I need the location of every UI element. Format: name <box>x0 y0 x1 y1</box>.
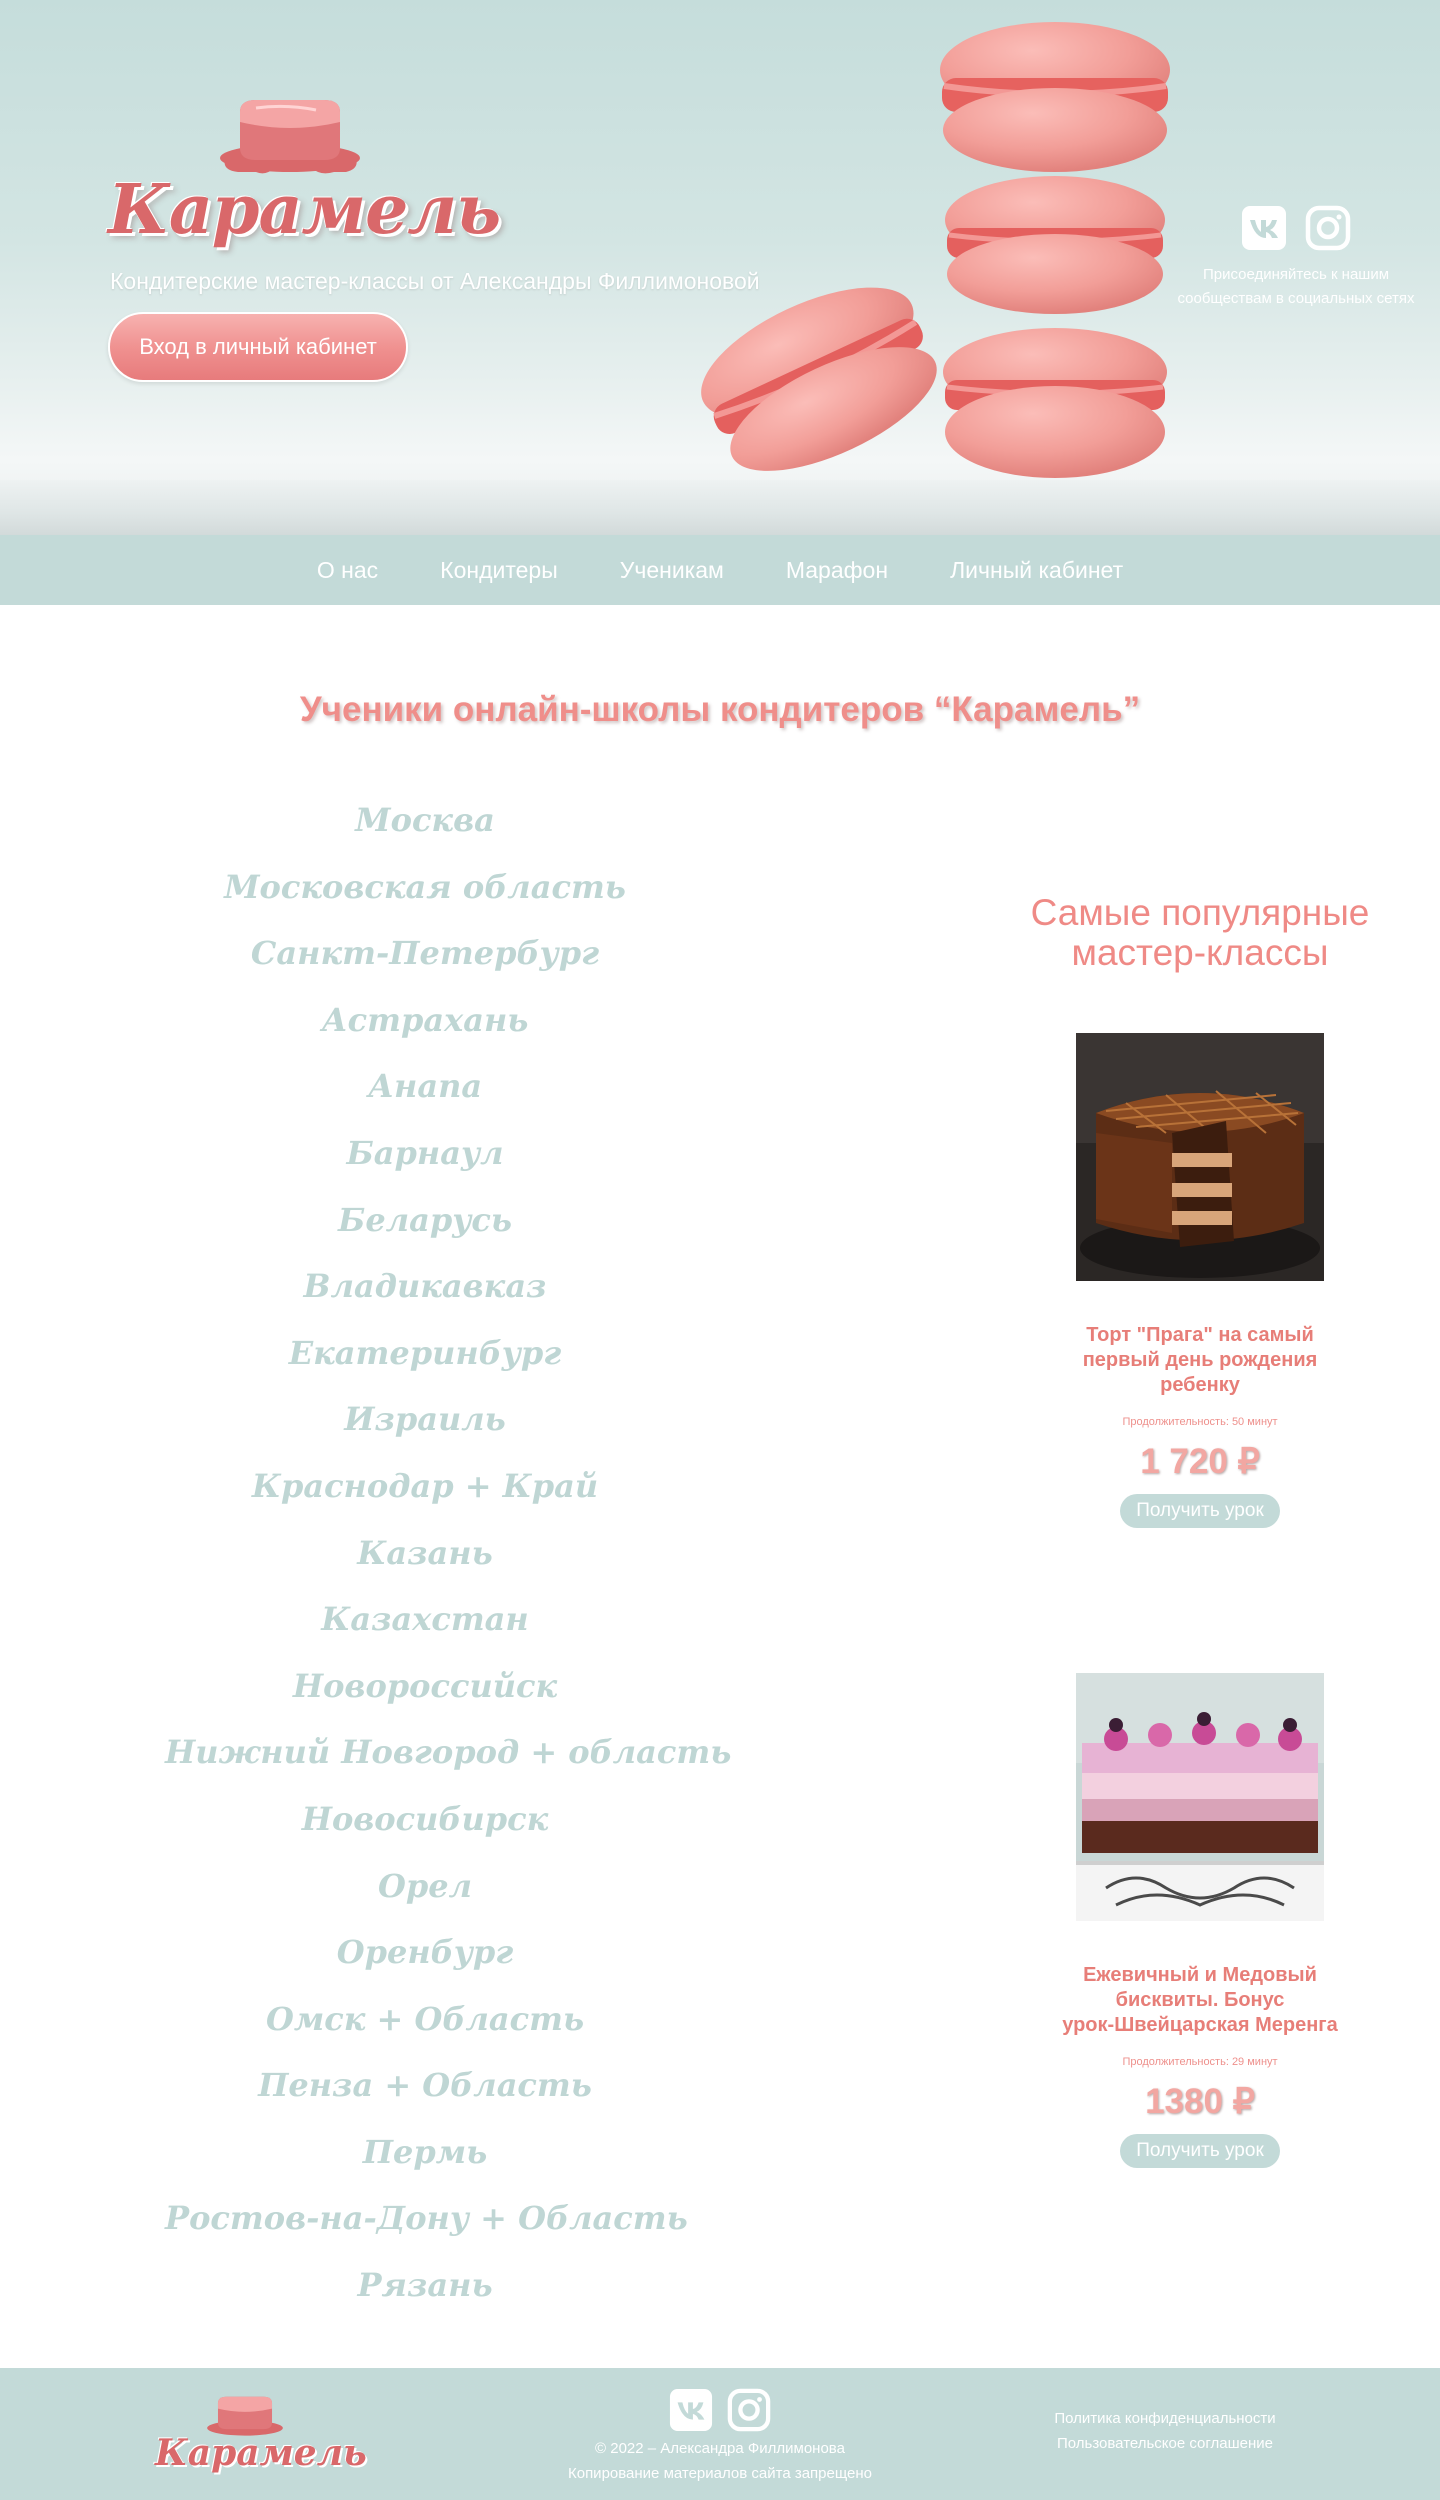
city-link[interactable]: Москва <box>165 795 685 862</box>
city-link[interactable]: Нижний Новгород + область <box>165 1727 731 1794</box>
city-link[interactable]: Пермь <box>165 2127 685 2194</box>
footer-info: © 2022 – Александра Филлимонова Копирова… <box>540 2388 900 2486</box>
course-card: Ежевичный и Медовый бисквиты. Бонус урок… <box>1035 1673 1365 2168</box>
popular-title-line2: мастер-классы <box>1071 932 1329 973</box>
city-link[interactable]: Московская область <box>165 862 685 929</box>
city-link[interactable]: Орел <box>165 1861 685 1928</box>
get-lesson-button[interactable]: Получить урок <box>1120 2134 1280 2168</box>
city-link[interactable]: Краснодар + Край <box>165 1461 685 1528</box>
hero-banner: Карамель Кондитерские мастер-классы от А… <box>0 0 1440 535</box>
course-title-line2: первый день рождения <box>1082 1349 1318 1371</box>
main-nav: О нас Кондитеры Ученикам Марафон Личный … <box>0 535 1440 605</box>
city-link[interactable]: Рязань <box>165 2260 685 2327</box>
course-price: 1380 ₽ <box>1145 2082 1255 2121</box>
course-card: Торт "Прага" на самый первый день рожден… <box>1035 1033 1365 1528</box>
course-title-line3: урок-Швейцарская Меренга <box>1062 2014 1338 2036</box>
footer-copyright: © 2022 – Александра Филлимонова <box>595 2440 845 2457</box>
footer-logo-text: Карамель <box>155 2432 367 2474</box>
city-link[interactable]: Казань <box>165 1528 685 1595</box>
course-title-line3: ребенку <box>1160 1374 1240 1396</box>
nav-item-cabinet[interactable]: Личный кабинет <box>950 557 1123 584</box>
city-link[interactable]: Казахстан <box>165 1594 685 1661</box>
city-link[interactable]: Анапа <box>165 1061 685 1128</box>
vk-icon[interactable] <box>1241 205 1287 251</box>
city-link[interactable]: Ростов-на-Дону + Область <box>165 2193 688 2260</box>
footer-copy-notice: Копирование материалов сайта запрещено <box>567 2465 872 2482</box>
city-link[interactable]: Пенза + Область <box>165 2060 685 2127</box>
logo-text: Карамель <box>108 170 501 250</box>
city-link[interactable]: Израиль <box>165 1394 685 1461</box>
privacy-policy-link[interactable]: Политика конфиденциальности <box>1040 2406 1290 2431</box>
course-title-line2: бисквиты. Бонус <box>1115 1989 1285 2011</box>
nav-item-confectioners[interactable]: Кондитеры <box>440 557 558 584</box>
social-note-line2: сообществам в социальных сетях <box>1177 290 1415 307</box>
footer: Карамель © 2022 – Александра Филлимонова… <box>0 2368 1440 2500</box>
city-link[interactable]: Оренбург <box>165 1927 685 1994</box>
instagram-icon[interactable] <box>1305 205 1351 251</box>
get-lesson-button[interactable]: Получить урок <box>1120 1494 1280 1528</box>
vk-icon[interactable] <box>669 2388 713 2432</box>
cities-list: Москва Московская область Санкт-Петербур… <box>165 795 731 2327</box>
page-title: Ученики онлайн-школы кондитеров “Карамел… <box>299 690 1141 729</box>
instagram-icon[interactable] <box>727 2388 771 2432</box>
course-price: 1 720 ₽ <box>1140 1442 1260 1481</box>
caramel-logo-icon <box>207 2396 283 2436</box>
nav-item-about[interactable]: О нас <box>317 557 378 584</box>
social-block: Присоединяйтесь к нашим сообществам в со… <box>1176 205 1416 311</box>
footer-logo[interactable]: Карамель <box>155 2390 367 2480</box>
city-link[interactable]: Новосибирск <box>165 1794 685 1861</box>
city-link[interactable]: Екатеринбург <box>165 1328 685 1395</box>
prague-cake-image[interactable] <box>1076 1033 1324 1281</box>
nav-item-students[interactable]: Ученикам <box>620 557 724 584</box>
city-link[interactable]: Новороссийск <box>165 1661 685 1728</box>
blackberry-cake-image[interactable] <box>1076 1673 1324 1921</box>
course-duration: Продолжительность: 50 минут <box>1122 1416 1278 1428</box>
course-title-line1: Торт "Прага" на самый <box>1086 1324 1314 1346</box>
footer-links: Политика конфиденциальности Пользователь… <box>1040 2406 1290 2456</box>
city-link[interactable]: Омск + Область <box>165 1994 685 2061</box>
city-link[interactable]: Владикавказ <box>165 1261 685 1328</box>
popular-title: Самые популярные мастер-классы <box>1000 893 1400 973</box>
city-link[interactable]: Санкт-Петербург <box>165 928 685 995</box>
caramel-logo-icon <box>220 100 360 174</box>
course-duration: Продолжительность: 29 минут <box>1122 2056 1278 2068</box>
city-link[interactable]: Астрахань <box>165 995 685 1062</box>
cabinet-login-button[interactable]: Вход в личный кабинет <box>108 312 408 382</box>
macarons-image <box>701 22 1170 478</box>
city-link[interactable]: Барнаул <box>165 1128 685 1195</box>
user-agreement-link[interactable]: Пользовательское соглашение <box>1040 2431 1290 2456</box>
city-link[interactable]: Беларусь <box>165 1195 685 1262</box>
social-note-line1: Присоединяйтесь к нашим <box>1202 266 1390 283</box>
nav-item-marathon[interactable]: Марафон <box>786 557 888 584</box>
course-title-line1: Ежевичный и Медовый <box>1083 1964 1317 1986</box>
popular-title-line1: Самые популярные <box>1030 892 1370 933</box>
